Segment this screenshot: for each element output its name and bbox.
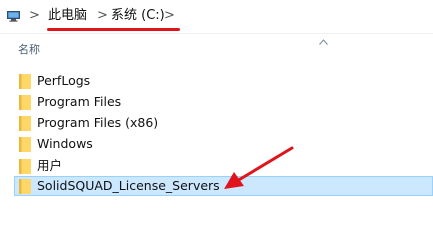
list-item[interactable]: Program Files (x86): [14, 113, 433, 133]
file-name: PerfLogs: [37, 73, 91, 88]
list-item[interactable]: 用户: [14, 156, 433, 176]
breadcrumb-this-pc[interactable]: 此电脑: [48, 8, 87, 24]
folder-icon: [19, 159, 31, 174]
breadcrumb-drive-c[interactable]: 系统 (C:): [111, 8, 165, 24]
column-header-row: 名称: [0, 37, 433, 61]
file-name: 用户: [37, 158, 63, 173]
file-name: Program Files (x86): [37, 115, 159, 130]
breadcrumb-separator[interactable]: >: [164, 8, 175, 24]
list-item-selected[interactable]: SolidSQUAD_License_Servers: [14, 176, 433, 196]
address-bar[interactable]: > 此电脑 > 系统 (C:) >: [0, 0, 433, 34]
file-name: SolidSQUAD_License_Servers: [37, 178, 220, 193]
column-header-name[interactable]: 名称: [18, 43, 40, 57]
list-item[interactable]: Windows: [14, 134, 433, 154]
chevron-up-icon[interactable]: [319, 39, 328, 45]
breadcrumb-separator[interactable]: >: [29, 8, 40, 24]
file-name: Program Files: [37, 94, 122, 109]
folder-icon: [19, 137, 31, 152]
breadcrumb-separator[interactable]: >: [97, 8, 108, 24]
folder-icon: [19, 95, 31, 110]
list-item[interactable]: PerfLogs: [14, 71, 433, 91]
folder-icon: [19, 116, 31, 131]
file-name: Windows: [37, 136, 93, 151]
folder-icon: [19, 179, 31, 194]
file-explorer-window: > 此电脑 > 系统 (C:) > 名称 PerfLogs Program Fi…: [0, 0, 433, 223]
annotation-underline: [47, 28, 180, 31]
list-item[interactable]: Program Files: [14, 92, 433, 112]
folder-icon: [19, 74, 31, 89]
this-pc-icon: [7, 11, 20, 22]
